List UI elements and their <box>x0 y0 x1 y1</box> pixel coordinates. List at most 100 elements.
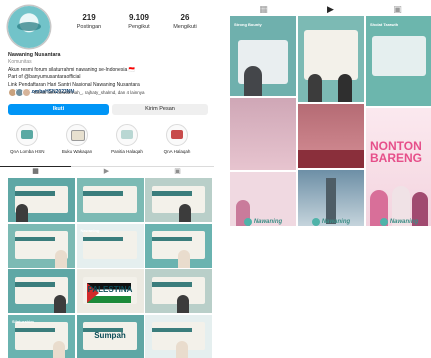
reel-tile[interactable] <box>298 16 364 102</box>
reel-column: Strong Bounty <box>230 16 296 226</box>
tab-posts[interactable]: ▦ <box>0 166 71 177</box>
post-banner <box>151 191 192 196</box>
post-banner <box>83 236 124 242</box>
person-image <box>244 66 262 96</box>
profile-name: Nawaning Nusantara <box>8 52 61 58</box>
reel-caption: Strong Bounty <box>234 22 262 27</box>
reel-tile[interactable] <box>230 98 296 170</box>
person-image <box>16 204 28 222</box>
followers-stat[interactable]: 9.109 Pengikut <box>114 13 164 30</box>
post-banner <box>151 327 192 333</box>
tab-reels[interactable]: ▶ <box>71 167 142 177</box>
highlight-buku-wakaqan[interactable]: Buku Wakaqan <box>60 124 94 154</box>
highlight-label: Panitia Halaqah <box>111 149 143 154</box>
reels-icon: ▶ <box>327 4 334 14</box>
profile-category: Komunitas <box>8 59 32 66</box>
people-icon <box>121 130 133 139</box>
post-tile[interactable] <box>8 178 75 222</box>
reel-logo: Nawaning <box>298 211 364 233</box>
chat-icon <box>171 130 183 139</box>
post-tile[interactable] <box>145 314 212 358</box>
reel-tile[interactable]: Strong Bounty <box>230 16 296 96</box>
following-label: Mengikuti <box>173 24 197 30</box>
post-tile[interactable] <box>8 223 75 268</box>
post-tile[interactable]: Sumpah <box>76 314 144 358</box>
reel-logo: Nawaning <box>366 211 431 233</box>
post-tag: Silaturahim <box>12 318 34 324</box>
post-banner <box>14 327 55 333</box>
following-count: 26 <box>180 13 190 22</box>
highlight-cover <box>116 124 138 146</box>
tagged-icon: ▣ <box>393 4 402 14</box>
post-tile[interactable] <box>76 178 144 222</box>
profile-panel: 219 Postingan 9.109 Pengikut 26 Mengikut… <box>0 0 214 358</box>
post-tile[interactable] <box>8 269 75 313</box>
post-tag: Nawaning <box>80 227 100 233</box>
reel-headline: NONTON BARENG <box>370 139 423 165</box>
post-banner <box>14 191 55 196</box>
following-stat[interactable]: 26 Mengikuti <box>160 13 210 30</box>
post-headline: Sumpah <box>94 330 126 340</box>
tab-tagged[interactable]: ▣ <box>364 2 431 16</box>
reel-tile[interactable] <box>298 104 364 168</box>
follow-button[interactable]: Ikuti <box>8 104 109 115</box>
post-tile[interactable] <box>145 269 212 313</box>
post-tile[interactable]: Silaturahim <box>8 314 75 358</box>
reel-logo: Nawaning <box>230 211 296 233</box>
grid-icon: ▦ <box>259 4 268 14</box>
highlight-qna-lomba-hsn[interactable]: QnA Lomba HSN <box>10 124 45 154</box>
logo-icon <box>243 218 252 226</box>
post-banner <box>14 236 55 242</box>
message-button[interactable]: Kirim Pesan <box>112 104 208 115</box>
reel-image <box>372 36 426 76</box>
book-icon <box>71 130 85 141</box>
followers-count: 9.109 <box>128 13 150 22</box>
tab-tagged[interactable]: ▣ <box>142 167 213 177</box>
chat-icon <box>21 130 33 139</box>
post-image <box>83 231 137 259</box>
highlight-label: QnA Lomba HSN <box>10 149 45 154</box>
highlight-cover <box>166 124 188 146</box>
post-image <box>83 185 137 214</box>
bio-line[interactable]: Part of @banyumusantaraofficial <box>8 74 208 81</box>
logo-icon <box>311 218 320 226</box>
post-banner <box>151 236 192 242</box>
post-banner <box>14 282 55 287</box>
bio-line: Akun resmi forum silaturrahmi nawaning s… <box>8 66 135 73</box>
person-image <box>54 295 66 313</box>
post-tile[interactable]: PALESTINA <box>76 269 144 313</box>
reels-icon: ▶ <box>103 168 110 175</box>
tab-reels[interactable]: ▶ <box>297 2 364 16</box>
person-image <box>177 295 189 313</box>
post-banner <box>83 191 124 196</box>
post-tile[interactable]: Nawaning <box>76 223 144 268</box>
person-image <box>176 340 188 358</box>
reel-tile[interactable]: Sholat Tarawih <box>366 16 431 106</box>
reel-caption: Sholat Tarawih <box>370 22 399 27</box>
post-tile[interactable] <box>145 223 212 268</box>
reel-tile[interactable]: NONTON BARENG <box>366 108 431 226</box>
reels-panel: ▦ ▶ ▣ Strong Bounty Nawaning Nawaning Sh… <box>230 0 431 358</box>
person-image <box>179 204 191 222</box>
post-headline: PALESTINA <box>87 285 133 294</box>
posts-stat: 219 Postingan <box>64 13 114 30</box>
followed-by[interactable]: Diikuti oleh dewiariviah_, rajhaty_shalm… <box>8 88 145 97</box>
logo-icon <box>379 218 388 226</box>
profile-tabs: ▦ ▶ ▣ <box>0 166 214 177</box>
reel-image <box>304 30 358 80</box>
avatar <box>22 88 31 97</box>
grid-icon: ▦ <box>32 168 39 175</box>
person-image <box>178 249 190 268</box>
reel-column <box>298 16 364 226</box>
tab-posts[interactable]: ▦ <box>230 2 297 16</box>
reel-image <box>298 150 364 168</box>
highlight-panitia-halaqah[interactable]: Panitia Halaqah <box>110 124 144 154</box>
post-grid: Nawaning PALESTINA Silaturahim Sumpah <box>8 178 212 358</box>
profile-avatar[interactable] <box>8 6 50 48</box>
reel-logo-text: Nawaning <box>253 219 283 225</box>
post-tile[interactable] <box>145 178 212 222</box>
person-image <box>338 74 352 102</box>
reel-logo-text: Nawaning <box>389 219 419 225</box>
highlight-qna-halaqah[interactable]: QnA Halaqah <box>160 124 194 154</box>
post-banner <box>151 282 192 287</box>
